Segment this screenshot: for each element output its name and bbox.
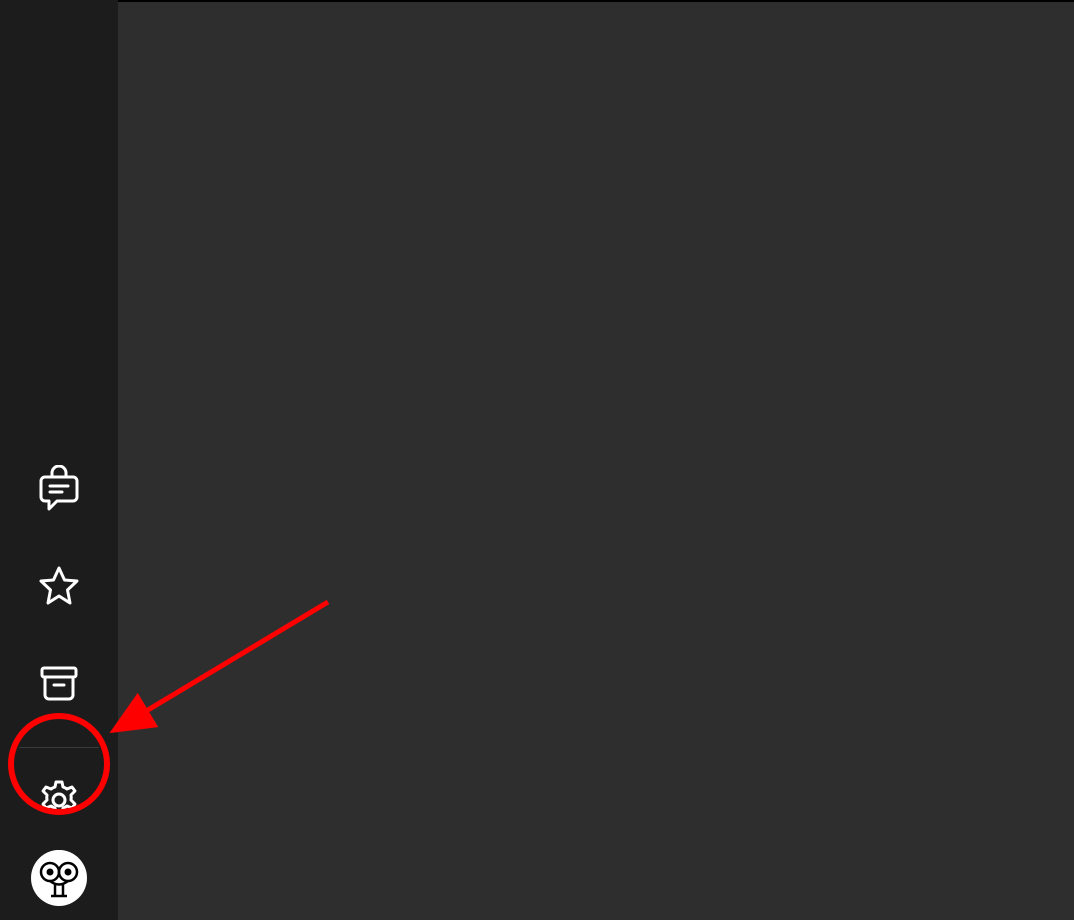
app-root	[0, 0, 1074, 920]
gear-icon	[37, 778, 81, 826]
sidebar-divider	[19, 747, 99, 748]
sidebar	[0, 0, 118, 920]
sidebar-lower	[0, 439, 118, 920]
sidebar-item-settings[interactable]	[29, 772, 89, 832]
sidebar-item-profile[interactable]	[31, 850, 87, 906]
sidebar-item-archive[interactable]	[34, 659, 84, 709]
main-content	[118, 2, 1074, 920]
archive-icon	[38, 663, 80, 705]
chat-icon	[38, 465, 80, 511]
avatar-icon	[33, 850, 85, 906]
sidebar-item-chat[interactable]	[34, 463, 84, 513]
sidebar-item-favorites[interactable]	[34, 561, 84, 611]
star-icon	[38, 565, 80, 607]
